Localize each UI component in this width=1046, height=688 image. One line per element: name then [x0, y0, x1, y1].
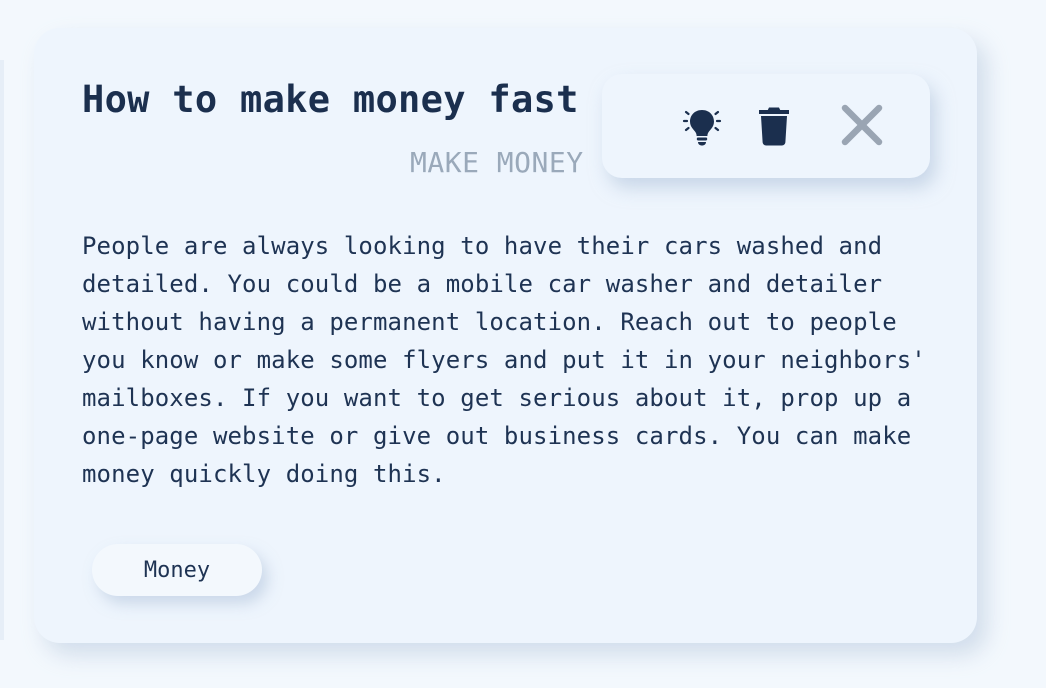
lightbulb-icon	[682, 110, 722, 146]
close-button[interactable]	[838, 104, 886, 148]
close-icon	[841, 104, 883, 146]
card-title: How to make money fast	[82, 78, 579, 121]
adjacent-card-edge	[0, 60, 4, 640]
card-toolbar	[602, 74, 930, 178]
trash-icon	[759, 107, 789, 146]
card-body: People are always looking to have their …	[82, 232, 926, 488]
tag-chip[interactable]: Money	[92, 544, 262, 596]
delete-button[interactable]	[752, 104, 796, 148]
lightbulb-button[interactable]	[680, 104, 724, 148]
card-category: MAKE MONEY	[410, 146, 584, 179]
